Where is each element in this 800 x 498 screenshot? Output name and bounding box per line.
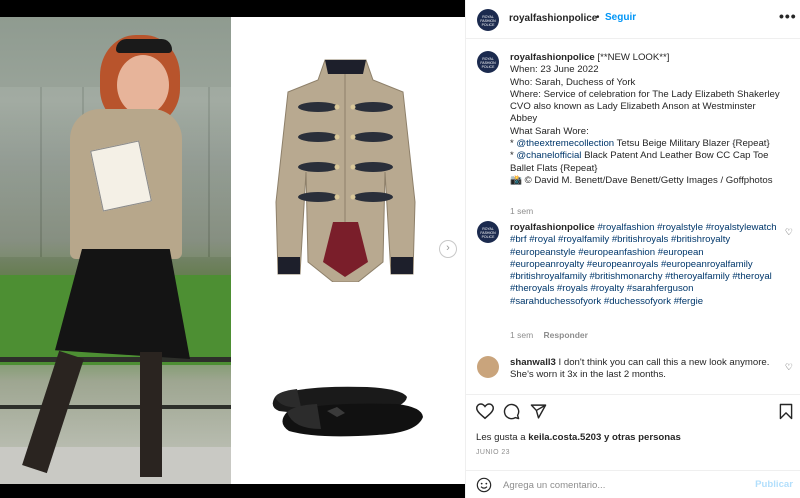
caption-line-1: [**NEW LOOK**] [594,52,670,63]
item1-text: Tetsu Beige Military Blazer {Repeat} [614,138,770,150]
figure-skirt [55,249,190,359]
account-username[interactable]: royalfashionpolice [509,13,597,24]
post-media: › [0,0,465,498]
caption-avatar[interactable]: ROYAL FASHION POLICE [477,51,499,73]
comment-icon[interactable] [503,403,520,420]
like-user-comment-heart-icon[interactable]: ♡ [785,362,793,373]
media-slide: › [0,17,465,484]
figure-leg-right [140,352,162,477]
caption-line-4: Where: Service of celebration for The La… [510,88,780,125]
user-comment-body: shanwall3 I don't think you can call thi… [510,357,780,382]
share-icon[interactable] [530,403,547,420]
hashtag-comment-body: royalfashionpolice #royalfashion #royals… [510,222,780,308]
likes-prefix: Les gusta a [476,432,529,443]
more-icon[interactable]: ••• [779,8,797,24]
user-comment-username[interactable]: shanwall3 [510,357,556,368]
likes-suffix[interactable]: y otras personas [601,432,681,443]
emoji-icon[interactable] [476,477,492,493]
post-date[interactable]: JUNIO 23 [476,449,510,456]
blazer-image [275,59,416,282]
caption-line-3: Who: Sarah, Duchess of York [510,76,636,88]
caption-body: royalfashionpolice [**NEW LOOK**] When: … [510,52,780,187]
hashtag-comment-username[interactable]: royalfashionpolice [510,222,595,233]
account-avatar[interactable]: ROYAL FASHION POLICE [477,9,499,31]
products-panel: › [231,17,465,484]
railing-lower [0,405,231,409]
duchess-photo [0,17,231,484]
shanwall3-avatar[interactable] [477,356,499,378]
hashtag-list[interactable]: #royalfashion #royalstyle #royalstylewat… [510,222,777,307]
post-header: ROYAL FASHION POLICE royalfashionpolice … [466,0,800,39]
comment-composer: Publicar [466,470,800,498]
reply-button[interactable]: Responder [544,330,588,340]
hashtag-comment-meta: 1 sem Responder [510,330,596,340]
comment-input[interactable] [503,477,743,493]
railing [0,357,231,362]
comments-list[interactable]: ROYAL FASHION POLICE royalfashionpolice … [466,40,800,394]
liker-username[interactable]: keila.costa.5203 [528,432,601,443]
separator-dot: • [596,12,600,23]
bookmark-icon[interactable] [779,403,793,420]
hashtag-comment-avatar[interactable]: ROYAL FASHION POLICE [477,221,499,243]
likes-summary: Les gusta a keila.costa.5203 y otras per… [476,432,681,443]
caption-meta: 1 sem [510,206,541,216]
post-actions: Les gusta a keila.costa.5203 y otras per… [466,394,800,498]
caption-username[interactable]: royalfashionpolice [510,52,595,63]
figure-headband [116,39,172,53]
ballet-flats-image [272,386,423,437]
mention-chanel[interactable]: @chanelofficial [516,150,581,161]
chevron-right-icon: › [446,242,450,254]
photo-credit: 📸 © David M. Benett/Dave Benett/Getty Im… [510,174,773,186]
caption-line-5: What Sarah Wore: [510,125,589,137]
follow-button[interactable]: Seguir [605,12,636,23]
mention-extreme-collection[interactable]: @theextremecollection [516,138,614,149]
next-slide-button[interactable]: › [439,240,457,258]
like-comment-heart-icon[interactable]: ♡ [785,227,793,238]
hashtag-comment-time[interactable]: 1 sem [510,330,533,340]
heart-icon[interactable] [476,403,494,420]
caption-time[interactable]: 1 sem [510,206,533,216]
figure-face [117,55,169,115]
caption-line-2: When: 23 June 2022 [510,64,599,76]
publish-button[interactable]: Publicar [755,479,793,490]
post-sidebar: ROYAL FASHION POLICE royalfashionpolice … [465,0,800,498]
